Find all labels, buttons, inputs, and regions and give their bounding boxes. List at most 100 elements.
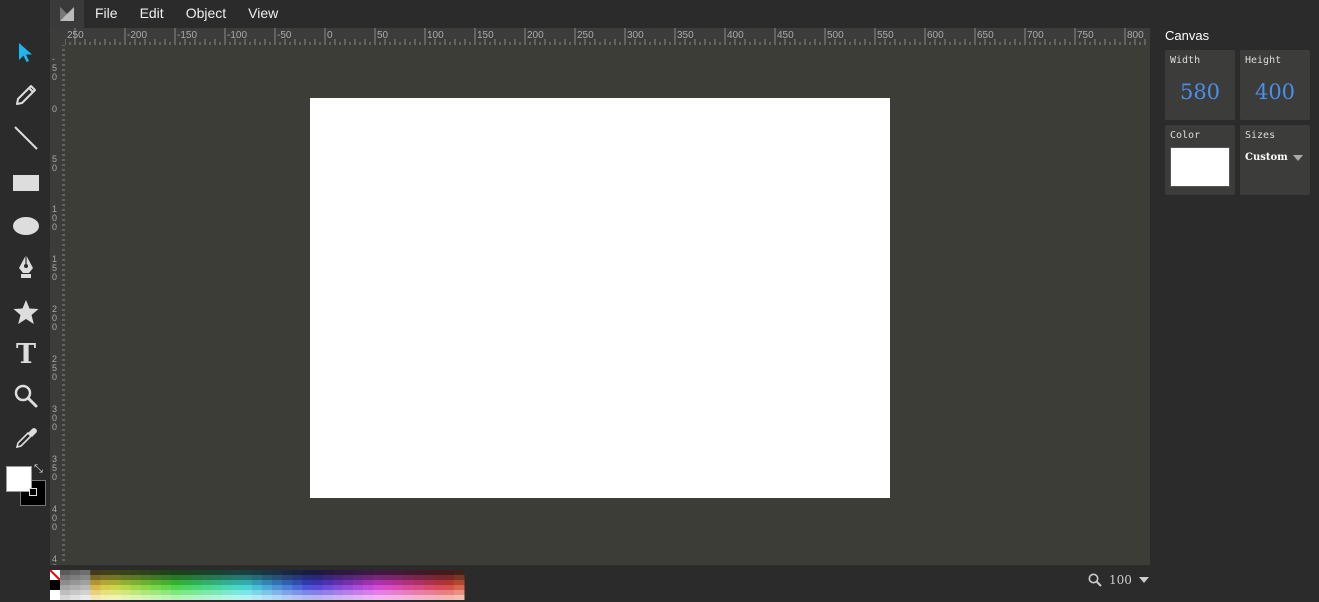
palette-swatch[interactable]: [322, 575, 334, 581]
palette-swatch[interactable]: [433, 570, 445, 576]
palette-swatch[interactable]: [443, 570, 455, 576]
palette-swatch[interactable]: [383, 590, 394, 596]
palette-swatch[interactable]: [251, 595, 263, 600]
palette-swatch[interactable]: [171, 575, 182, 581]
palette-swatch[interactable]: [322, 590, 334, 596]
pen-tool[interactable]: [8, 249, 44, 285]
palette-swatch[interactable]: [373, 595, 384, 600]
palette-swatch[interactable]: [130, 580, 142, 586]
palette-swatch[interactable]: [130, 570, 142, 576]
palette-swatch[interactable]: [322, 580, 334, 586]
drawing-canvas[interactable]: [310, 98, 890, 498]
palette-swatch[interactable]: [433, 575, 445, 581]
palette-swatch[interactable]: [221, 590, 233, 596]
palette-swatch[interactable]: [383, 585, 394, 591]
chevron-down-icon[interactable]: [1138, 577, 1149, 583]
palette-swatch[interactable]: [171, 580, 182, 586]
palette-swatch[interactable]: [403, 580, 414, 586]
palette-swatch[interactable]: [262, 590, 273, 596]
palette-swatch[interactable]: [211, 595, 223, 600]
palette-swatch[interactable]: [433, 585, 445, 591]
palette-swatch[interactable]: [60, 595, 71, 600]
palette-swatch[interactable]: [292, 570, 303, 576]
palette-swatch[interactable]: [100, 595, 111, 600]
palette-swatch[interactable]: [302, 575, 313, 581]
palette-swatch[interactable]: [453, 580, 465, 586]
text-tool[interactable]: T: [8, 335, 44, 371]
palette-swatch[interactable]: [110, 590, 122, 596]
palette-swatch[interactable]: [332, 570, 344, 576]
palette-swatch[interactable]: [312, 570, 324, 576]
palette-swatch[interactable]: [393, 590, 404, 596]
palette-swatch[interactable]: [413, 580, 425, 586]
palette-swatch[interactable]: [433, 580, 445, 586]
palette-swatch[interactable]: [181, 580, 192, 586]
palette-swatch[interactable]: [120, 580, 132, 586]
palette-swatch[interactable]: [292, 580, 303, 586]
palette-swatch[interactable]: [231, 595, 243, 600]
palette-swatch[interactable]: [60, 570, 71, 576]
palette-swatch[interactable]: [373, 590, 384, 596]
palette-swatch[interactable]: [453, 575, 465, 581]
palette-swatch[interactable]: [312, 595, 324, 600]
palette-swatch[interactable]: [251, 575, 263, 581]
palette-swatch[interactable]: [363, 580, 374, 586]
palette-swatch[interactable]: [191, 595, 202, 600]
palette-swatch[interactable]: [140, 570, 152, 576]
palette-swatch[interactable]: [413, 595, 425, 600]
palette-swatch[interactable]: [241, 580, 253, 586]
palette-swatch[interactable]: [211, 585, 223, 591]
palette-swatch[interactable]: [322, 585, 334, 591]
palette-swatch[interactable]: [50, 590, 60, 600]
sizes-select[interactable]: Custom: [1245, 152, 1303, 163]
palette-swatch[interactable]: [423, 570, 435, 576]
palette-swatch[interactable]: [352, 570, 364, 576]
palette-swatch[interactable]: [251, 585, 263, 591]
palette-swatch[interactable]: [443, 580, 455, 586]
palette-swatch[interactable]: [413, 575, 425, 581]
palette-swatch[interactable]: [221, 575, 233, 581]
palette-swatch[interactable]: [231, 590, 243, 596]
palette-swatch[interactable]: [453, 595, 465, 600]
palette-swatch[interactable]: [100, 570, 111, 576]
default-colors-icon[interactable]: [29, 488, 37, 496]
palette-swatch[interactable]: [342, 595, 354, 600]
palette-swatch[interactable]: [302, 595, 313, 600]
palette-swatch[interactable]: [231, 575, 243, 581]
palette-swatch[interactable]: [403, 590, 414, 596]
palette-swatch[interactable]: [282, 580, 293, 586]
palette-swatch[interactable]: [251, 570, 263, 576]
palette-swatch[interactable]: [150, 585, 162, 591]
palette-swatch[interactable]: [221, 580, 233, 586]
palette-swatch[interactable]: [241, 595, 253, 600]
palette-swatch[interactable]: [50, 580, 60, 590]
palette-swatch[interactable]: [453, 585, 465, 591]
palette-swatch[interactable]: [433, 595, 445, 600]
rectangle-tool[interactable]: [8, 165, 44, 201]
select-tool[interactable]: [8, 34, 44, 70]
palette-swatch[interactable]: [413, 570, 425, 576]
palette-swatch[interactable]: [262, 580, 273, 586]
palette-swatch[interactable]: [181, 590, 192, 596]
palette-swatch[interactable]: [191, 585, 202, 591]
palette-swatch[interactable]: [70, 580, 81, 586]
palette-swatch[interactable]: [312, 590, 324, 596]
palette-swatch[interactable]: [332, 585, 344, 591]
height-input[interactable]: 400: [1240, 80, 1310, 104]
palette-swatch[interactable]: [383, 575, 394, 581]
palette-swatch[interactable]: [100, 575, 111, 581]
vertical-ruler[interactable]: -50050100150200250300350400450: [50, 45, 65, 565]
palette-swatch[interactable]: [60, 575, 71, 581]
palette-swatch[interactable]: [70, 595, 81, 600]
palette-swatch[interactable]: [322, 570, 334, 576]
palette-swatch[interactable]: [201, 570, 212, 576]
palette-swatch[interactable]: [140, 595, 152, 600]
palette-swatch[interactable]: [413, 585, 425, 591]
palette-swatch[interactable]: [373, 585, 384, 591]
palette-swatch[interactable]: [373, 580, 384, 586]
palette-swatch[interactable]: [140, 580, 152, 586]
palette-swatch[interactable]: [120, 570, 132, 576]
palette-swatch[interactable]: [161, 580, 172, 586]
palette-swatch[interactable]: [443, 575, 455, 581]
palette-swatch[interactable]: [443, 590, 455, 596]
